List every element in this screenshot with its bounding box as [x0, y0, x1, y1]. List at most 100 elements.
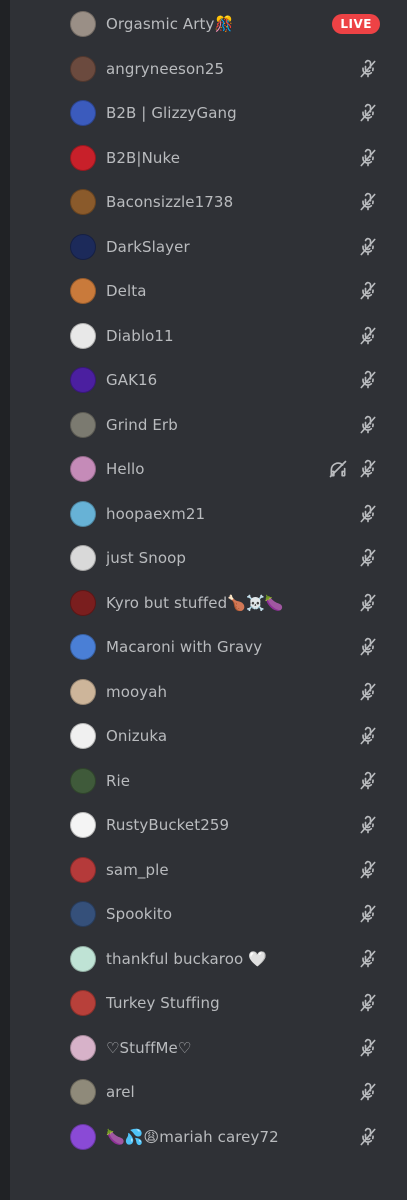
- member-name: mooyah: [106, 682, 168, 701]
- avatar[interactable]: [70, 812, 96, 839]
- avatar[interactable]: [70, 945, 96, 972]
- voice-member-row[interactable]: Baconsizzle1738: [62, 180, 392, 225]
- voice-member-list: Orgasmic Arty🎊 LIVE angryneeson25 B2B | Gli…: [62, 2, 392, 1159]
- voice-member-row[interactable]: Spookito: [62, 892, 392, 937]
- mic-muted-icon: [358, 326, 378, 346]
- avatar[interactable]: [70, 55, 96, 82]
- voice-member-row[interactable]: Grind Erb: [62, 403, 392, 448]
- mic-muted-icon: [358, 860, 378, 880]
- avatar[interactable]: [70, 545, 96, 572]
- member-name: Delta: [106, 282, 147, 301]
- voice-member-row[interactable]: Kyro but stuffed🍗☠️🍆: [62, 581, 392, 626]
- avatar[interactable]: [70, 901, 96, 928]
- avatar[interactable]: [70, 411, 96, 438]
- voice-member-row[interactable]: Hello: [62, 447, 392, 492]
- mic-muted-icon: [358, 815, 378, 835]
- member-name: Spookito: [106, 905, 173, 924]
- voice-member-row[interactable]: Orgasmic Arty🎊 LIVE: [62, 2, 392, 47]
- mic-muted-icon: [358, 993, 378, 1013]
- voice-member-row[interactable]: RustyBucket259: [62, 803, 392, 848]
- member-name: GAK16: [106, 371, 158, 390]
- mic-muted-icon: [358, 103, 378, 123]
- avatar[interactable]: [70, 589, 96, 616]
- mic-muted-icon: [358, 682, 378, 702]
- voice-member-row[interactable]: Delta: [62, 269, 392, 314]
- headphones-deafened-icon: [328, 459, 348, 479]
- member-name: Turkey Stuffing: [106, 994, 220, 1013]
- voice-member-row[interactable]: Onizuka: [62, 714, 392, 759]
- mic-muted-icon: [358, 237, 378, 257]
- voice-channel-panel: Orgasmic Arty🎊 LIVE angryneeson25 B2B | Gli…: [0, 0, 407, 1200]
- mic-muted-icon: [358, 548, 378, 568]
- avatar[interactable]: [70, 990, 96, 1017]
- member-name: RustyBucket259: [106, 816, 230, 835]
- member-name: Onizuka: [106, 727, 168, 746]
- member-name: B2B | GlizzyGang: [106, 104, 237, 123]
- member-name: B2B|Nuke: [106, 148, 181, 167]
- mic-muted-icon: [358, 949, 378, 969]
- member-name: 🍆💦😩mariah carey72: [106, 1127, 279, 1146]
- voice-member-row[interactable]: hoopaexm21: [62, 492, 392, 537]
- voice-member-row[interactable]: DarkSlayer: [62, 225, 392, 270]
- avatar[interactable]: [70, 144, 96, 171]
- voice-member-row[interactable]: Rie: [62, 759, 392, 804]
- mic-muted-icon: [358, 726, 378, 746]
- live-badge: LIVE: [332, 14, 380, 34]
- voice-member-row[interactable]: GAK16: [62, 358, 392, 403]
- avatar[interactable]: [70, 767, 96, 794]
- voice-member-row[interactable]: arel: [62, 1070, 392, 1115]
- voice-member-row[interactable]: B2B|Nuke: [62, 136, 392, 181]
- member-name: Grind Erb: [106, 415, 178, 434]
- voice-member-row[interactable]: sam_ple: [62, 848, 392, 893]
- left-rail: [0, 0, 10, 1200]
- member-name: Diablo11: [106, 326, 174, 345]
- member-name: Hello: [106, 460, 145, 479]
- avatar[interactable]: [70, 11, 96, 38]
- avatar[interactable]: [70, 500, 96, 527]
- avatar[interactable]: [70, 1034, 96, 1061]
- avatar[interactable]: [70, 1079, 96, 1106]
- mic-muted-icon: [358, 1127, 378, 1147]
- member-name: just Snoop: [106, 549, 187, 568]
- mic-muted-icon: [358, 1038, 378, 1058]
- mic-muted-icon: [358, 504, 378, 524]
- member-name: hoopaexm21: [106, 504, 206, 523]
- mic-muted-icon: [358, 1082, 378, 1102]
- voice-member-row[interactable]: Turkey Stuffing: [62, 981, 392, 1026]
- avatar[interactable]: [70, 322, 96, 349]
- member-name: DarkSlayer: [106, 237, 190, 256]
- voice-member-row[interactable]: Macaroni with Gravy: [62, 625, 392, 670]
- avatar[interactable]: [70, 456, 96, 483]
- avatar[interactable]: [70, 723, 96, 750]
- voice-member-row[interactable]: ♡StuffMe♡: [62, 1026, 392, 1071]
- voice-member-row[interactable]: thankful buckaroo 🤍: [62, 937, 392, 982]
- voice-member-row[interactable]: just Snoop: [62, 536, 392, 581]
- voice-member-row[interactable]: angryneeson25: [62, 47, 392, 92]
- voice-member-row[interactable]: mooyah: [62, 670, 392, 715]
- mic-muted-icon: [358, 904, 378, 924]
- voice-member-row[interactable]: 🍆💦😩mariah carey72: [62, 1115, 392, 1160]
- mic-muted-icon: [358, 192, 378, 212]
- member-name: Rie: [106, 771, 131, 790]
- voice-member-row[interactable]: B2B | GlizzyGang: [62, 91, 392, 136]
- member-name: Kyro but stuffed🍗☠️🍆: [106, 593, 284, 612]
- avatar[interactable]: [70, 233, 96, 260]
- voice-member-row[interactable]: Diablo11: [62, 314, 392, 359]
- member-name: Orgasmic Arty🎊: [106, 15, 234, 34]
- avatar[interactable]: [70, 634, 96, 661]
- member-name: sam_ple: [106, 860, 169, 879]
- avatar[interactable]: [70, 189, 96, 216]
- member-name: angryneeson25: [106, 59, 225, 78]
- avatar[interactable]: [70, 100, 96, 127]
- avatar[interactable]: [70, 678, 96, 705]
- avatar[interactable]: [70, 1123, 96, 1150]
- mic-muted-icon: [358, 281, 378, 301]
- member-name: Macaroni with Gravy: [106, 638, 263, 657]
- avatar[interactable]: [70, 367, 96, 394]
- mic-muted-icon: [358, 593, 378, 613]
- avatar[interactable]: [70, 856, 96, 883]
- mic-muted-icon: [358, 370, 378, 390]
- avatar[interactable]: [70, 278, 96, 305]
- mic-muted-icon: [358, 415, 378, 435]
- member-name: arel: [106, 1083, 135, 1102]
